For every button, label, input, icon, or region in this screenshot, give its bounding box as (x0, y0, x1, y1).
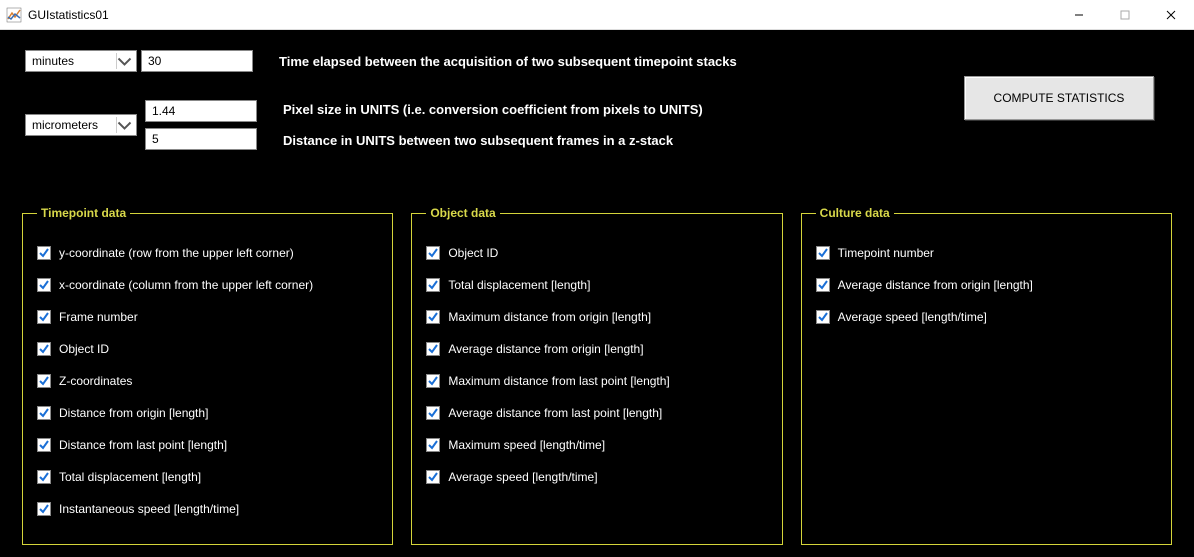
chevron-down-icon (116, 53, 132, 69)
pixel-size-desc-label: Pixel size in UNITS (i.e. conversion coe… (283, 102, 703, 117)
time-value-input[interactable]: 30 (141, 50, 253, 72)
window-titlebar: GUIstatistics01 (0, 0, 1194, 30)
checkbox-label: Frame number (59, 310, 138, 324)
checkbox-label: Average distance from origin [length] (448, 342, 643, 356)
checkbox-label: Maximum distance from origin [length] (448, 310, 651, 324)
checkbox-row[interactable]: Distance from last point [length] (37, 438, 378, 452)
timepoint-checklist: y-coordinate (row from the upper left co… (37, 246, 378, 516)
checkbox-label: Distance from origin [length] (59, 406, 208, 420)
checkbox-row[interactable]: Average speed [length/time] (816, 310, 1157, 324)
object-checklist: Object ID Total displacement [length] Maxi… (426, 246, 767, 484)
checkbox-label: Average distance from last point [length… (448, 406, 662, 420)
checkbox-row[interactable]: Distance from origin [length] (37, 406, 378, 420)
checkbox-row[interactable]: x-coordinate (column from the upper left… (37, 278, 378, 292)
checkbox-label: Maximum speed [length/time] (448, 438, 605, 452)
pixel-size-text: 1.44 (152, 104, 175, 118)
checkbox[interactable] (37, 246, 51, 260)
checkbox-label: Timepoint number (838, 246, 934, 260)
checkbox[interactable] (426, 374, 440, 388)
zstep-desc-label: Distance in UNITS between two subsequent… (283, 133, 703, 148)
window-title: GUIstatistics01 (28, 8, 109, 22)
checkbox-row[interactable]: Maximum distance from origin [length] (426, 310, 767, 324)
time-unit-value: minutes (32, 54, 74, 68)
culture-panel: Culture data Timepoint number Average dis… (801, 206, 1172, 545)
checkbox[interactable] (37, 438, 51, 452)
checkbox-label: Total displacement [length] (448, 278, 590, 292)
checkbox-label: Total displacement [length] (59, 470, 201, 484)
checkbox[interactable] (37, 310, 51, 324)
zstep-text: 5 (152, 132, 159, 146)
checkbox[interactable] (816, 246, 830, 260)
chevron-down-icon (116, 117, 132, 133)
maximize-button (1102, 0, 1148, 29)
checkbox[interactable] (816, 278, 830, 292)
compute-statistics-button[interactable]: COMPUTE STATISTICS (964, 76, 1154, 120)
checkbox-row[interactable]: Total displacement [length] (426, 278, 767, 292)
checkbox-label: x-coordinate (column from the upper left… (59, 278, 313, 292)
time-unit-select[interactable]: minutes (25, 50, 137, 72)
checkbox-label: Average distance from origin [length] (838, 278, 1033, 292)
checkbox-row[interactable]: y-coordinate (row from the upper left co… (37, 246, 378, 260)
client-area: minutes 30 Time elapsed between the acqu… (0, 30, 1194, 557)
culture-panel-title: Culture data (816, 206, 894, 220)
checkbox[interactable] (426, 470, 440, 484)
checkbox-row[interactable]: Average speed [length/time] (426, 470, 767, 484)
app-icon (6, 7, 22, 23)
checkbox-row[interactable]: Instantaneous speed [length/time] (37, 502, 378, 516)
checkbox-row[interactable]: Frame number (37, 310, 378, 324)
checkbox-row[interactable]: Average distance from origin [length] (426, 342, 767, 356)
checkbox-label: Instantaneous speed [length/time] (59, 502, 239, 516)
checkbox-row[interactable]: Timepoint number (816, 246, 1157, 260)
settings-area: minutes 30 Time elapsed between the acqu… (25, 50, 1169, 200)
checkbox[interactable] (37, 342, 51, 356)
checkbox[interactable] (426, 406, 440, 420)
compute-label: COMPUTE STATISTICS (994, 91, 1125, 105)
timepoint-panel: Timepoint data y-coordinate (row from th… (22, 206, 393, 545)
checkbox[interactable] (37, 502, 51, 516)
checkbox-label: Average speed [length/time] (448, 470, 597, 484)
checkbox-row[interactable]: Average distance from origin [length] (816, 278, 1157, 292)
checkbox[interactable] (37, 470, 51, 484)
checkbox-row[interactable]: Object ID (426, 246, 767, 260)
checkbox[interactable] (426, 438, 440, 452)
checkbox[interactable] (426, 342, 440, 356)
zstep-input[interactable]: 5 (145, 128, 257, 150)
checkbox[interactable] (426, 278, 440, 292)
checkbox-row[interactable]: Maximum speed [length/time] (426, 438, 767, 452)
checkbox-row[interactable]: Z-coordinates (37, 374, 378, 388)
checkbox-label: Object ID (59, 342, 109, 356)
length-unit-value: micrometers (32, 118, 98, 132)
checkbox-row[interactable]: Total displacement [length] (37, 470, 378, 484)
close-button[interactable] (1148, 0, 1194, 29)
panels-area: Timepoint data y-coordinate (row from th… (22, 206, 1172, 545)
checkbox-label: Z-coordinates (59, 374, 132, 388)
window-controls (1056, 0, 1194, 29)
checkbox-row[interactable]: Object ID (37, 342, 378, 356)
minimize-button[interactable] (1056, 0, 1102, 29)
checkbox[interactable] (37, 278, 51, 292)
checkbox-label: Average speed [length/time] (838, 310, 987, 324)
checkbox-label: Object ID (448, 246, 498, 260)
length-unit-select[interactable]: micrometers (25, 114, 137, 136)
time-value-text: 30 (148, 54, 161, 68)
checkbox-label: y-coordinate (row from the upper left co… (59, 246, 294, 260)
checkbox-label: Distance from last point [length] (59, 438, 227, 452)
checkbox-row[interactable]: Maximum distance from last point [length… (426, 374, 767, 388)
checkbox-label: Maximum distance from last point [length… (448, 374, 669, 388)
checkbox[interactable] (816, 310, 830, 324)
time-desc-label: Time elapsed between the acquisition of … (279, 54, 737, 69)
timepoint-panel-title: Timepoint data (37, 206, 130, 220)
checkbox-row[interactable]: Average distance from last point [length… (426, 406, 767, 420)
object-panel: Object data Object ID Total displacement … (411, 206, 782, 545)
pixel-size-input[interactable]: 1.44 (145, 100, 257, 122)
culture-checklist: Timepoint number Average distance from or… (816, 246, 1157, 324)
checkbox[interactable] (426, 310, 440, 324)
object-panel-title: Object data (426, 206, 499, 220)
checkbox[interactable] (426, 246, 440, 260)
checkbox[interactable] (37, 374, 51, 388)
checkbox[interactable] (37, 406, 51, 420)
